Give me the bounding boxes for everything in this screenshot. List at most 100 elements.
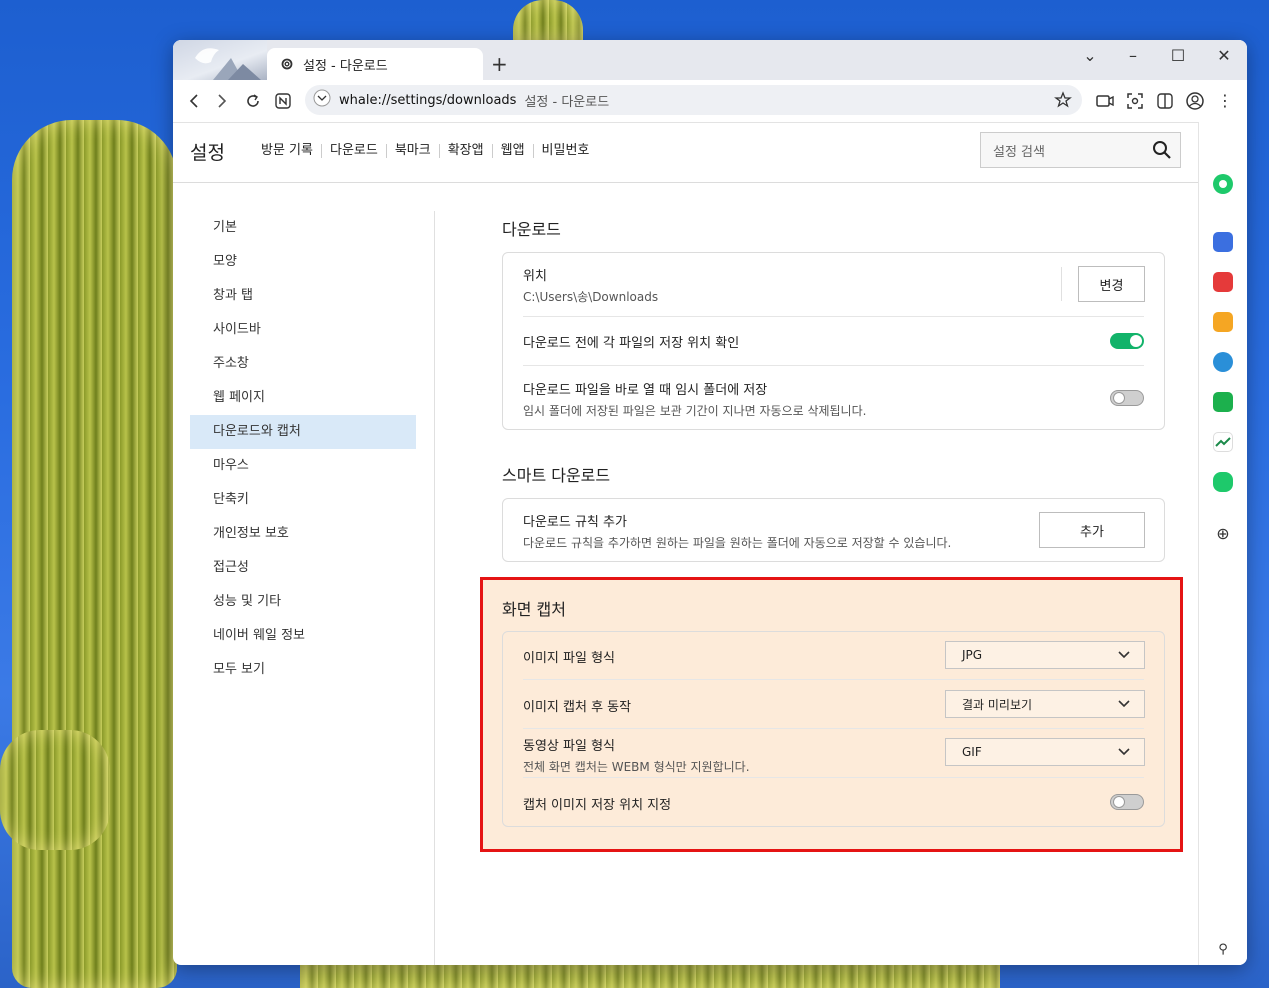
stock-chart-icon[interactable] — [1213, 432, 1233, 452]
title-bar: 설정 - 다운로드 + ⌄ – ☐ ✕ — [173, 40, 1247, 80]
capture-save-location-row: 캡처 이미지 저장 위치 지정 — [523, 794, 1144, 813]
naver-cafe-icon[interactable] — [1213, 392, 1233, 412]
toggle-knob — [1130, 335, 1142, 347]
temp-folder-toggle[interactable] — [1110, 390, 1144, 406]
row-separator — [523, 365, 1144, 366]
pin-icon[interactable]: ⚲ — [1213, 940, 1233, 960]
sidebar-item-privacy[interactable]: 개인정보 보호 — [190, 517, 416, 551]
settings-header: 설정 방문 기록 다운로드 북마크 확장앱 웹앱 비밀번호 설정 검색 — [173, 122, 1198, 183]
green-circle-icon[interactable] — [1213, 174, 1233, 194]
sidebar-toggle-button[interactable] — [1154, 90, 1176, 112]
video-format-select[interactable]: GIF — [945, 738, 1145, 766]
address-bar[interactable]: whale://settings/downloads 설정 - 다운로드 — [305, 85, 1082, 115]
sidebar-item-accessibility[interactable]: 접근성 — [190, 551, 416, 585]
video-capture-button[interactable] — [1094, 90, 1116, 112]
sidebar-item-windows-tabs[interactable]: 창과 탭 — [190, 279, 416, 313]
toolbox-icon[interactable] — [1213, 232, 1233, 252]
site-info-icon[interactable] — [313, 89, 331, 111]
topnav-extensions[interactable]: 확장앱 — [440, 144, 493, 158]
ask-location-toggle[interactable] — [1110, 333, 1144, 349]
naver-n-icon — [275, 93, 291, 109]
settings-search-input[interactable]: 설정 검색 — [980, 132, 1181, 168]
location-label: 위치 — [523, 269, 547, 284]
image-format-select[interactable]: JPG — [945, 641, 1145, 669]
capture-section-title: 화면 캡처 — [502, 600, 566, 619]
close-button[interactable]: ✕ — [1209, 46, 1239, 65]
ask-location-label: 다운로드 전에 각 파일의 저장 위치 확인 — [523, 336, 740, 351]
sidebar-item-downloads-capture[interactable]: 다운로드와 캡처 — [190, 415, 416, 449]
sidebar-item-sidebar[interactable]: 사이드바 — [190, 313, 416, 347]
image-format-value: JPG — [962, 648, 983, 662]
background-cactus-bottom — [300, 965, 1000, 988]
change-location-button[interactable]: 변경 — [1078, 266, 1145, 302]
settings-sidebar: 기본 모양 창과 탭 사이드바 주소창 웹 페이지 다운로드와 캡처 마우스 단… — [190, 211, 416, 687]
chevron-down-icon — [1118, 697, 1130, 712]
search-icon[interactable] — [1152, 140, 1172, 164]
reload-icon — [247, 94, 259, 107]
whale-logo-thumbnail[interactable] — [173, 40, 267, 80]
add-rule-button[interactable]: 추가 — [1039, 512, 1145, 548]
new-tab-button[interactable]: + — [491, 52, 508, 76]
tab-settings-downloads[interactable]: 설정 - 다운로드 — [267, 48, 483, 80]
location-divider — [1061, 267, 1062, 301]
sidebar-item-web-page[interactable]: 웹 페이지 — [190, 381, 416, 415]
gear-icon — [279, 56, 295, 72]
temp-folder-sub: 임시 폴더에 저장된 파일은 보관 기간이 지나면 자동으로 삭제됩니다. — [523, 404, 867, 418]
capture-save-location-label: 캡처 이미지 저장 위치 지정 — [523, 798, 672, 813]
chevron-down-icon — [1118, 745, 1130, 760]
pocket-icon[interactable] — [1213, 272, 1233, 292]
topnav-webapps[interactable]: 웹앱 — [493, 144, 534, 158]
background-cactus-top — [513, 0, 583, 40]
add-panel-icon[interactable]: ⊕ — [1213, 524, 1233, 544]
star-bookmark-icon[interactable] — [1213, 312, 1233, 332]
topnav-bookmarks[interactable]: 북마크 — [387, 144, 440, 158]
minimize-button[interactable]: – — [1118, 46, 1148, 65]
maximize-button[interactable]: ☐ — [1163, 46, 1193, 65]
reload-button[interactable] — [242, 90, 264, 112]
download-location-row: 위치 C:\Users\송\Downloads — [523, 265, 1144, 305]
download-card: 위치 C:\Users\송\Downloads 변경 다운로드 전에 각 파일의… — [502, 252, 1165, 430]
toggle-knob — [1113, 392, 1125, 404]
forward-button[interactable] — [211, 90, 233, 112]
sidebar-item-about[interactable]: 네이버 웨일 정보 — [190, 619, 416, 653]
sidebar-item-view-all[interactable]: 모두 보기 — [190, 653, 416, 687]
topnav-history[interactable]: 방문 기록 — [253, 144, 322, 158]
row-separator — [523, 777, 1144, 778]
capture-save-location-toggle[interactable] — [1110, 794, 1144, 810]
temp-folder-row: 다운로드 파일을 바로 열 때 임시 폴더에 저장 임시 폴더에 저장된 파일은… — [523, 379, 1144, 419]
profile-button[interactable] — [1184, 90, 1206, 112]
sidebar-item-address-bar[interactable]: 주소창 — [190, 347, 416, 381]
toggle-knob — [1113, 796, 1125, 808]
more-vertical-icon: ⋮ — [1217, 91, 1233, 110]
sidebar-item-mouse[interactable]: 마우스 — [190, 449, 416, 483]
webtoon-icon[interactable] — [1213, 472, 1233, 492]
favorite-star-icon[interactable] — [1054, 91, 1072, 113]
whale-sidebar-panel: ⊕ ⚲ ⋯ — [1198, 122, 1247, 965]
tab-list-chevron-icon[interactable]: ⌄ — [1075, 46, 1105, 65]
row-separator — [523, 316, 1144, 317]
back-button[interactable] — [183, 90, 205, 112]
smart-download-card: 다운로드 규칙 추가 다운로드 규칙을 추가하면 원하는 파일을 원하는 폴더에… — [502, 498, 1165, 562]
topnav-passwords[interactable]: 비밀번호 — [534, 144, 598, 158]
row-separator — [523, 679, 1144, 680]
tab-title: 설정 - 다운로드 — [303, 58, 388, 74]
ask-location-row: 다운로드 전에 각 파일의 저장 위치 확인 — [523, 332, 1144, 351]
location-value: C:\Users\송\Downloads — [523, 290, 659, 304]
whale-icon — [195, 48, 261, 80]
naver-home-button[interactable] — [272, 90, 294, 112]
sidebar-item-basic[interactable]: 기본 — [190, 211, 416, 245]
url-text: whale://settings/downloads — [339, 92, 517, 108]
edge-icon[interactable] — [1213, 352, 1233, 372]
split-view-icon — [1157, 93, 1173, 109]
video-format-value: GIF — [962, 745, 982, 759]
after-capture-select[interactable]: 결과 미리보기 — [945, 690, 1145, 718]
after-capture-value: 결과 미리보기 — [962, 697, 1033, 712]
menu-button[interactable]: ⋮ — [1214, 90, 1236, 112]
temp-folder-label: 다운로드 파일을 바로 열 때 임시 폴더에 저장 — [523, 383, 768, 398]
screen-capture-button[interactable] — [1124, 90, 1146, 112]
sidebar-item-appearance[interactable]: 모양 — [190, 245, 416, 279]
topnav-downloads[interactable]: 다운로드 — [322, 144, 387, 158]
settings-top-nav: 방문 기록 다운로드 북마크 확장앱 웹앱 비밀번호 — [253, 144, 597, 158]
sidebar-item-shortcuts[interactable]: 단축키 — [190, 483, 416, 517]
sidebar-item-performance[interactable]: 성능 및 기타 — [190, 585, 416, 619]
